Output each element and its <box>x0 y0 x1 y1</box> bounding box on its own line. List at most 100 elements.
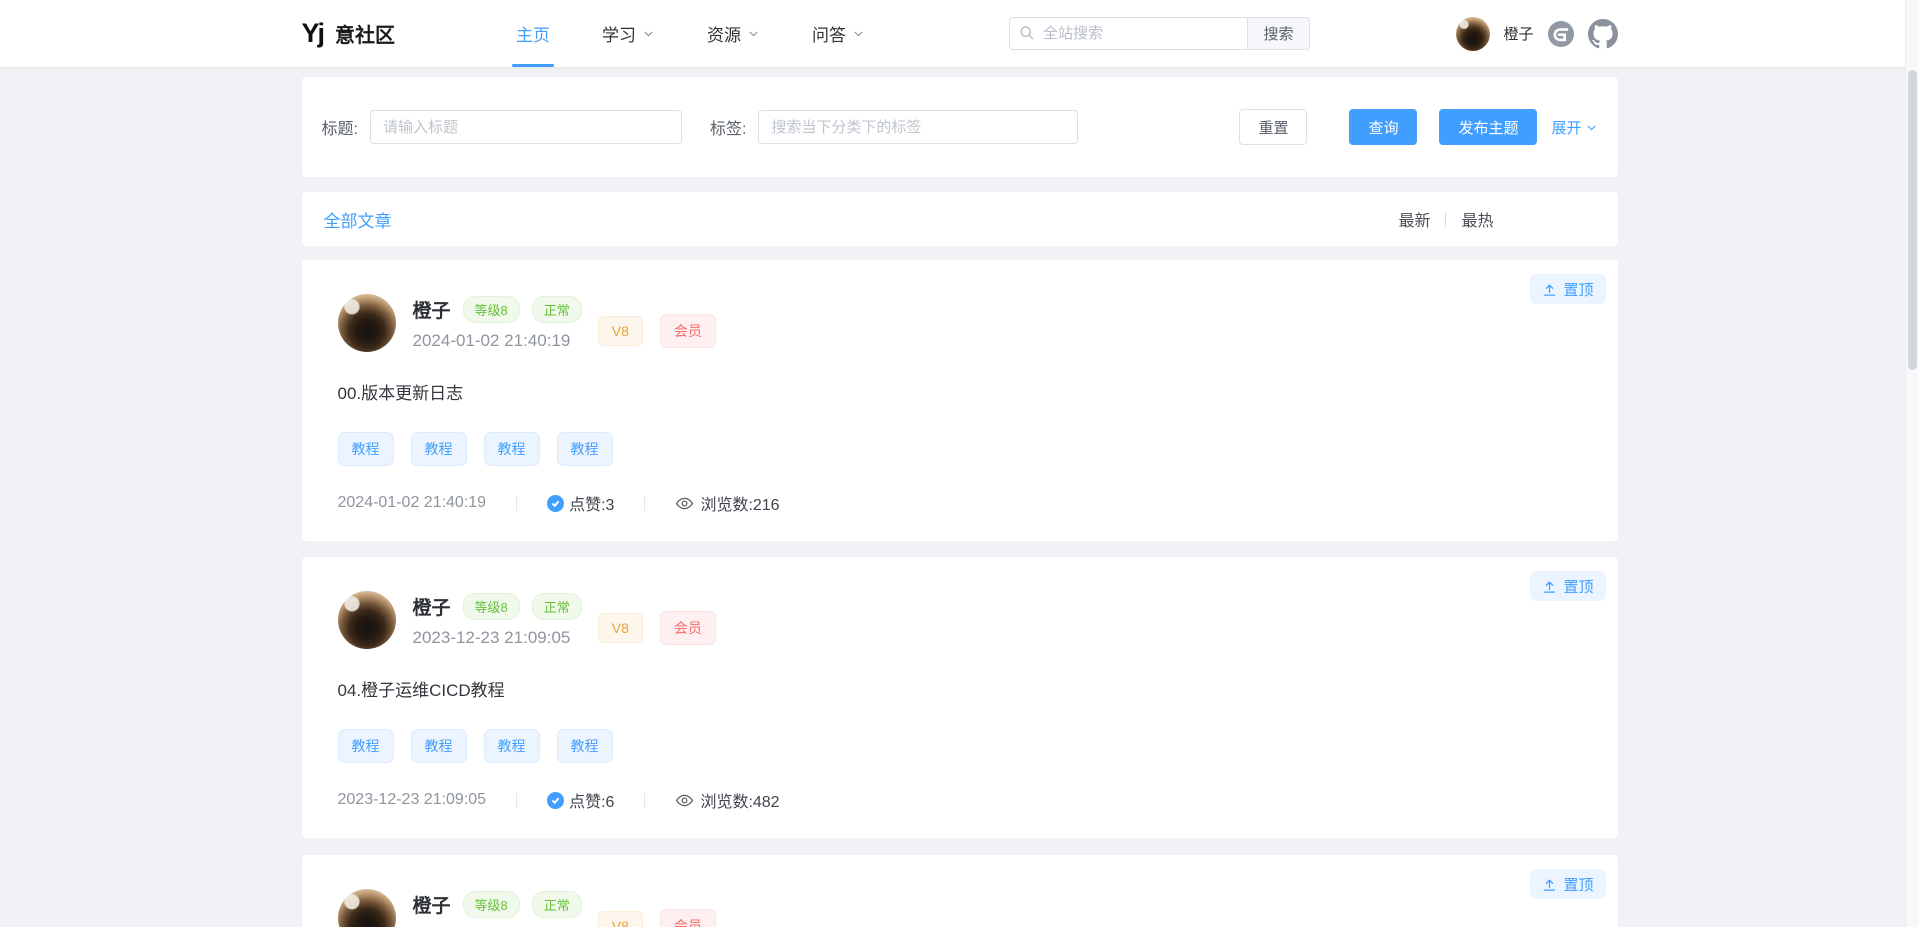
nav-item-label: 资源 <box>707 21 741 46</box>
footer-divider <box>644 793 645 808</box>
pin-up-icon <box>1542 579 1557 594</box>
eye-icon <box>675 494 694 513</box>
sort-divider <box>1445 212 1446 227</box>
tag[interactable]: 教程 <box>411 432 467 466</box>
query-button[interactable]: 查询 <box>1349 109 1417 145</box>
chevron-down-icon <box>747 27 760 40</box>
views-label: 浏览数:216 <box>700 491 779 515</box>
like-check-icon <box>547 792 564 809</box>
post-author-block: 橙子 等级8 正常 2024-01-02 21:40:19 V8 会员 <box>302 260 1618 352</box>
tag[interactable]: 教程 <box>557 729 613 763</box>
likes-count: 点赞:6 <box>547 788 614 812</box>
views-count: 浏览数:216 <box>675 491 779 515</box>
list-header-bar: 全部文章 最新 最热 <box>302 192 1618 246</box>
status-badge: 正常 <box>532 296 582 323</box>
footer-datetime: 2023-12-23 21:09:05 <box>338 791 487 809</box>
chevron-down-icon <box>852 27 865 40</box>
title-filter-label: 标题: <box>322 115 358 139</box>
footer-divider <box>644 496 645 511</box>
expand-label: 展开 <box>1551 117 1581 138</box>
main-nav: 主页 学习 资源 问答 <box>490 0 891 67</box>
like-check-icon <box>547 495 564 512</box>
pin-label: 置顶 <box>1563 279 1593 300</box>
site-title: 意社区 <box>335 19 395 48</box>
search-icon <box>1019 25 1035 41</box>
sort-hottest-link[interactable]: 最热 <box>1461 207 1493 231</box>
gitee-icon[interactable] <box>1547 20 1575 48</box>
reset-button[interactable]: 重置 <box>1239 109 1307 145</box>
views-label: 浏览数:482 <box>700 788 779 812</box>
tag[interactable]: 教程 <box>338 729 394 763</box>
expand-toggle[interactable]: 展开 <box>1551 117 1597 138</box>
pin-top-button[interactable]: 置顶 <box>1530 571 1605 601</box>
pin-label: 置顶 <box>1563 576 1593 597</box>
github-icon[interactable] <box>1588 19 1618 49</box>
post-title[interactable]: 00.版本更新日志 <box>302 379 1618 404</box>
eye-icon <box>675 791 694 810</box>
author-name[interactable]: 橙子 <box>413 891 451 918</box>
author-name[interactable]: 橙子 <box>413 296 451 323</box>
status-badge: 正常 <box>532 593 582 620</box>
all-articles-link[interactable]: 全部文章 <box>324 207 392 232</box>
tag[interactable]: 教程 <box>338 432 394 466</box>
tag-filter-input[interactable] <box>758 110 1078 144</box>
site-search: 搜索 <box>1009 17 1310 50</box>
nav-item-learn[interactable]: 学习 <box>576 0 681 67</box>
sort-newest-link[interactable]: 最新 <box>1398 207 1430 231</box>
user-avatar[interactable] <box>1456 17 1490 51</box>
tag[interactable]: 教程 <box>411 729 467 763</box>
member-badge: 会员 <box>660 314 716 348</box>
scrollbar[interactable] <box>1905 0 1919 927</box>
sort-controls: 最新 最热 <box>1398 207 1597 231</box>
search-button[interactable]: 搜索 <box>1247 17 1310 50</box>
search-input[interactable] <box>1009 17 1247 50</box>
footer-divider <box>516 496 517 511</box>
level-badge: 等级8 <box>463 296 520 323</box>
post-card: 置顶 橙子 等级8 正常 2024-01-02 21:40:19 V8 会员 0… <box>302 260 1618 541</box>
likes-count: 点赞:3 <box>547 491 614 515</box>
header-username: 橙子 <box>1503 23 1533 44</box>
top-navigation-bar: Yj 意社区 主页 学习 资源 问答 搜索 <box>0 0 1919 67</box>
post-tags: 教程 教程 教程 教程 <box>302 432 1618 466</box>
post-author-block: 橙子 等级8 正常 2023-12-16 15:22:38 V8 会员 <box>302 855 1618 927</box>
nav-item-label: 学习 <box>602 21 636 46</box>
post-author-block: 橙子 等级8 正常 2023-12-23 21:09:05 V8 会员 <box>302 557 1618 649</box>
post-footer: 2023-12-23 21:09:05 点赞:6 浏览数:482 <box>302 788 1618 812</box>
nav-item-label: 主页 <box>516 21 550 46</box>
chevron-down-icon <box>642 27 655 40</box>
title-filter-input[interactable] <box>370 110 682 144</box>
post-footer: 2024-01-02 21:40:19 点赞:3 浏览数:216 <box>302 491 1618 515</box>
vip-badge: V8 <box>598 911 643 927</box>
pin-label: 置顶 <box>1563 874 1593 895</box>
level-badge: 等级8 <box>463 891 520 918</box>
views-count: 浏览数:482 <box>675 788 779 812</box>
logo-mark-icon: Yj <box>302 20 324 47</box>
footer-divider <box>516 793 517 808</box>
nav-item-resources[interactable]: 资源 <box>681 0 786 67</box>
author-name[interactable]: 橙子 <box>413 593 451 620</box>
likes-label: 点赞:3 <box>569 491 614 515</box>
scrollbar-thumb[interactable] <box>1908 70 1917 370</box>
footer-datetime: 2024-01-02 21:40:19 <box>338 494 487 512</box>
post-title[interactable]: 04.橙子运维CICD教程 <box>302 676 1618 701</box>
member-badge: 会员 <box>660 611 716 645</box>
pin-top-button[interactable]: 置顶 <box>1530 869 1605 899</box>
tag[interactable]: 教程 <box>484 432 540 466</box>
tag[interactable]: 教程 <box>484 729 540 763</box>
publish-topic-button[interactable]: 发布主题 <box>1439 109 1537 145</box>
author-avatar[interactable] <box>338 591 396 649</box>
filter-actions: 重置 查询 发布主题 展开 <box>1239 109 1597 145</box>
nav-item-label: 问答 <box>812 21 846 46</box>
pin-up-icon <box>1542 282 1557 297</box>
author-avatar[interactable] <box>338 889 396 927</box>
level-badge: 等级8 <box>463 593 520 620</box>
pin-top-button[interactable]: 置顶 <box>1530 274 1605 304</box>
nav-item-home[interactable]: 主页 <box>490 0 576 67</box>
member-badge: 会员 <box>660 909 716 927</box>
author-avatar[interactable] <box>338 294 396 352</box>
tag[interactable]: 教程 <box>557 432 613 466</box>
chevron-down-icon <box>1585 121 1598 134</box>
vip-badge: V8 <box>598 316 643 346</box>
site-logo[interactable]: Yj 意社区 <box>302 19 396 48</box>
nav-item-qa[interactable]: 问答 <box>786 0 891 67</box>
